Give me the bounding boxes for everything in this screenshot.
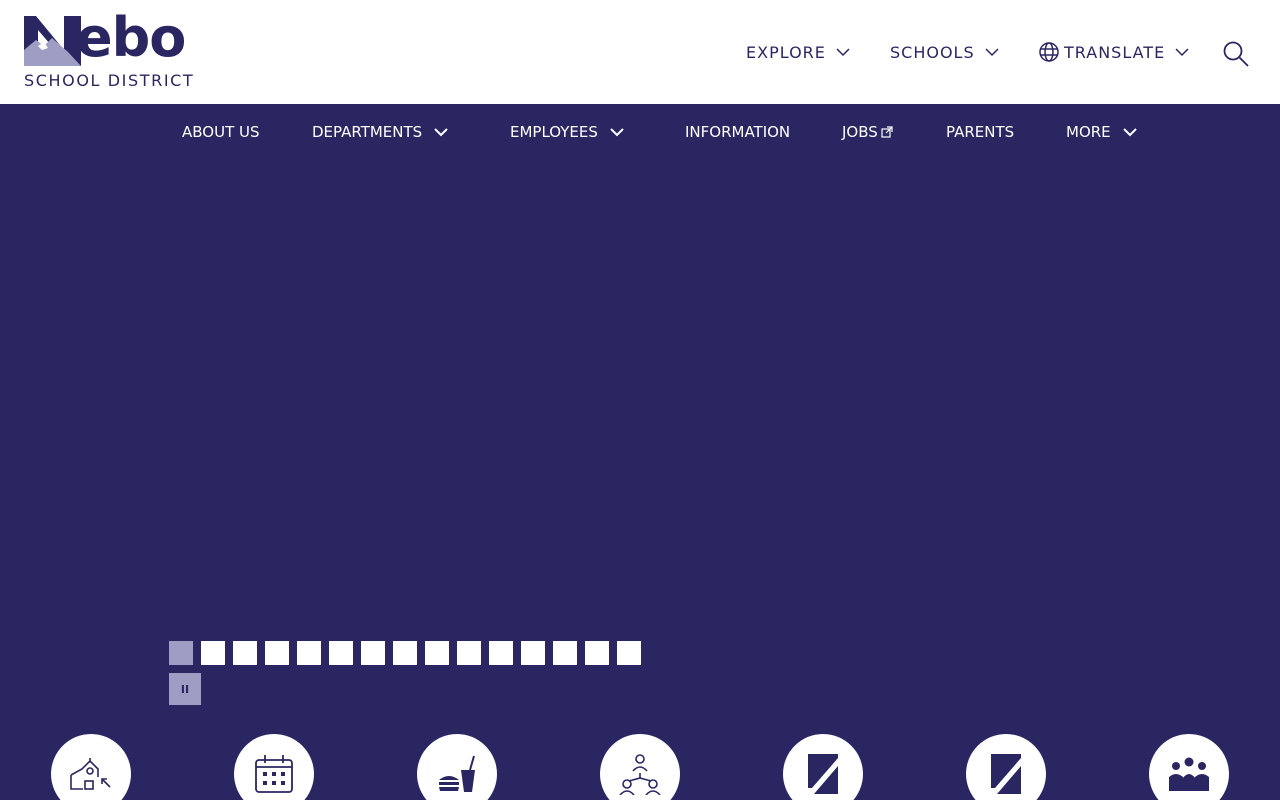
- nav-item-label: MORE: [1066, 123, 1111, 141]
- nav-item-label: ABOUT US: [182, 123, 260, 141]
- nav-item-label: JOBS: [842, 123, 878, 141]
- community-icon: [1169, 757, 1209, 791]
- chevron-down-icon: [836, 47, 850, 57]
- slider-dot[interactable]: [169, 641, 193, 665]
- quick-link-calendar[interactable]: [234, 734, 314, 800]
- nav-item-departments[interactable]: DEPARTMENTS: [312, 104, 448, 160]
- external-link-icon: [881, 126, 893, 138]
- food-icon: [439, 755, 475, 792]
- search-icon: [1223, 41, 1249, 67]
- calendar-icon: [255, 755, 293, 793]
- slider-dot[interactable]: [329, 641, 353, 665]
- slider-dot[interactable]: [521, 641, 545, 665]
- logo-word: ebo: [76, 6, 186, 69]
- logo-mountain-icon: [24, 16, 81, 66]
- nav-item-label: INFORMATION: [685, 123, 791, 141]
- pause-icon: II: [180, 682, 190, 696]
- nav-item-more[interactable]: MORE: [1066, 104, 1137, 160]
- slider-dot[interactable]: [393, 641, 417, 665]
- nav-item-jobs[interactable]: JOBS: [842, 104, 893, 160]
- explore-menu[interactable]: EXPLORE: [746, 0, 850, 104]
- translate-label: TRANSLATE: [1064, 42, 1166, 62]
- nav-item-about-us[interactable]: ABOUT US: [182, 104, 260, 160]
- slider-dot[interactable]: [361, 641, 385, 665]
- globe-icon: [1038, 41, 1060, 63]
- quick-link-community[interactable]: [1149, 734, 1229, 800]
- slider-dot[interactable]: [457, 641, 481, 665]
- quick-link-directory[interactable]: [600, 734, 680, 800]
- slider-pause-button[interactable]: II: [169, 673, 201, 705]
- slider-dot[interactable]: [553, 641, 577, 665]
- translate-menu[interactable]: TRANSLATE: [1038, 0, 1189, 104]
- nav-item-information[interactable]: INFORMATION: [685, 104, 790, 160]
- nav-item-label: EMPLOYEES: [510, 123, 598, 141]
- app-logo-icon: [991, 754, 1021, 794]
- site-header: ebo SCHOOL DISTRICT EXPLORE SCHOOLS TRAN…: [0, 0, 1280, 104]
- nebo-logo[interactable]: ebo SCHOOL DISTRICT: [24, 8, 200, 92]
- school-icon: [70, 758, 111, 790]
- quick-link-app-one[interactable]: [783, 734, 863, 800]
- nav-item-label: PARENTS: [946, 123, 1015, 141]
- nav-item-parents[interactable]: PARENTS: [946, 104, 1014, 160]
- schools-menu[interactable]: SCHOOLS: [890, 0, 999, 104]
- slider-dot[interactable]: [585, 641, 609, 665]
- slider-dot[interactable]: [265, 641, 289, 665]
- explore-label: EXPLORE: [746, 42, 826, 62]
- chevron-down-icon: [1122, 127, 1137, 137]
- quick-link-menus[interactable]: [417, 734, 497, 800]
- chevron-down-icon: [985, 47, 999, 57]
- chevron-down-icon: [1175, 47, 1189, 57]
- search-button[interactable]: [1222, 40, 1250, 68]
- chevron-down-icon: [434, 127, 448, 137]
- chevron-down-icon: [610, 127, 624, 137]
- slider-pagination: [169, 641, 641, 665]
- slider-dot[interactable]: [489, 641, 513, 665]
- main-nav: ABOUT US DEPARTMENTS EMPLOYEES INFORMATI…: [0, 104, 1280, 160]
- logo-subtitle: SCHOOL DISTRICT: [24, 71, 195, 90]
- slider-dot[interactable]: [233, 641, 257, 665]
- org-chart-icon: [619, 754, 661, 795]
- slider-dot[interactable]: [425, 641, 449, 665]
- nav-item-employees[interactable]: EMPLOYEES: [510, 104, 624, 160]
- slider-dot[interactable]: [201, 641, 225, 665]
- quick-links: [0, 734, 1280, 800]
- nav-item-label: DEPARTMENTS: [312, 123, 423, 141]
- quick-link-schools[interactable]: [51, 734, 131, 800]
- quick-link-app-two[interactable]: [966, 734, 1046, 800]
- schools-label: SCHOOLS: [890, 42, 975, 62]
- slider-dot[interactable]: [297, 641, 321, 665]
- slider-dot[interactable]: [617, 641, 641, 665]
- app-logo-icon: [808, 754, 838, 794]
